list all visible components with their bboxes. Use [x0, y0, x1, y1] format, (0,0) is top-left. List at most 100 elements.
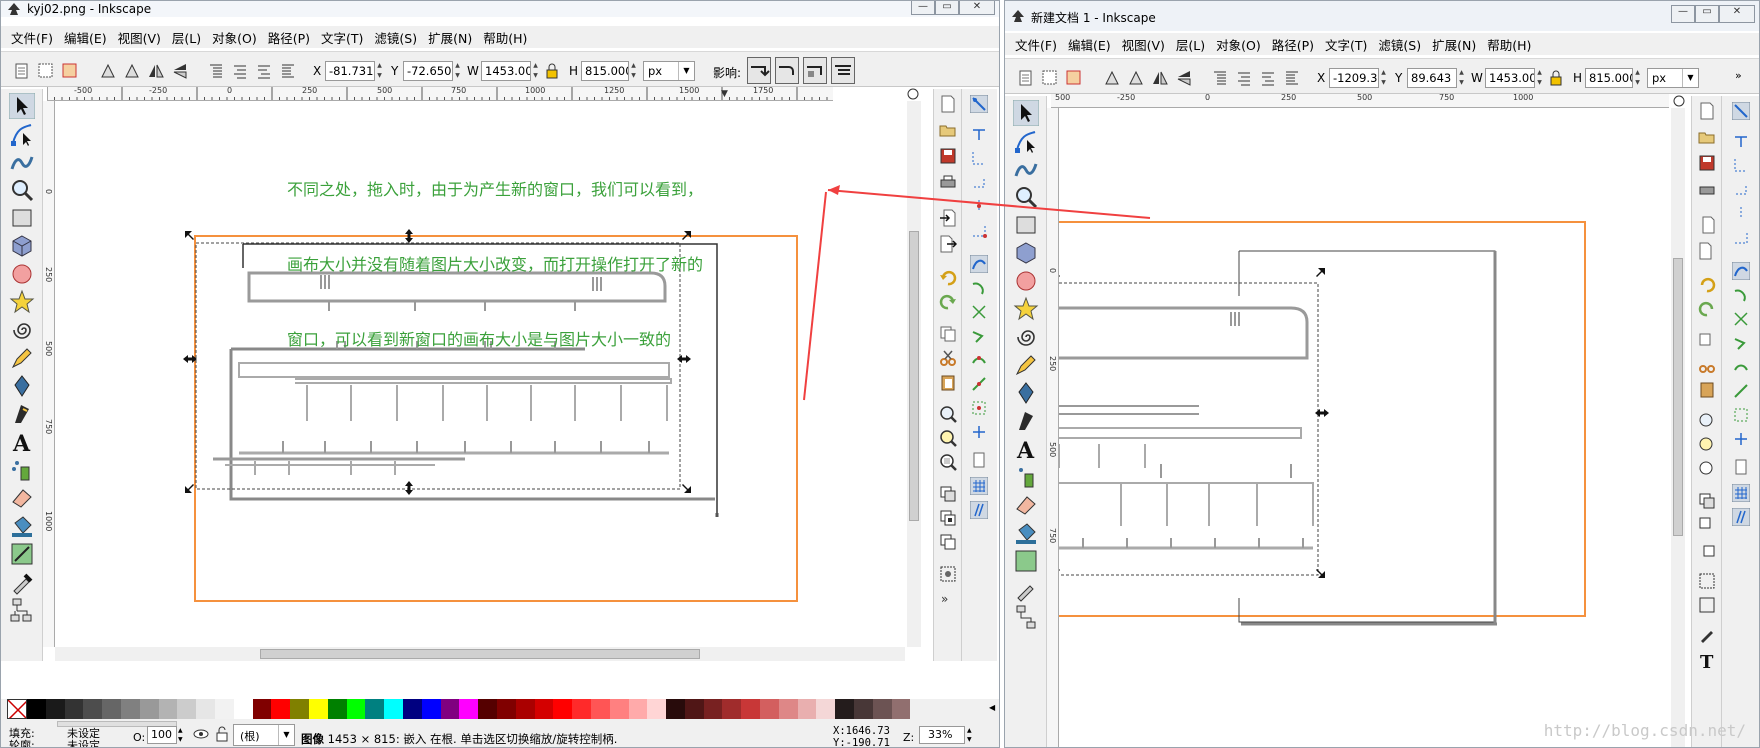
- color-swatch[interactable]: [196, 699, 215, 719]
- color-swatch[interactable]: [365, 699, 385, 719]
- color-swatch[interactable]: [891, 699, 911, 719]
- text-tool-icon[interactable]: A: [9, 429, 35, 455]
- h-field[interactable]: 815.000: [581, 61, 629, 81]
- zoom-field[interactable]: 33%: [919, 726, 965, 744]
- eraser-tool-icon[interactable]: [9, 485, 35, 511]
- scroll-thumb[interactable]: [909, 231, 919, 521]
- snap-rotation-center-icon[interactable]: [970, 423, 988, 441]
- snap-grid-icon[interactable]: [970, 477, 988, 495]
- x-spinner[interactable]: ▲ ▼: [375, 61, 384, 81]
- star-tool-icon[interactable]: [1013, 296, 1039, 322]
- zoom-correction-icon[interactable]: [905, 87, 921, 101]
- gradient-tool-icon[interactable]: [9, 541, 35, 567]
- paint-bucket-tool-icon[interactable]: [9, 513, 35, 539]
- menu-filters[interactable]: 滤镜(S): [374, 28, 417, 47]
- color-swatch[interactable]: [459, 699, 479, 719]
- x-field[interactable]: -81.731: [325, 61, 375, 81]
- color-swatch[interactable]: [177, 699, 197, 719]
- color-swatch[interactable]: [534, 699, 554, 719]
- snap-page-border-icon[interactable]: [1732, 458, 1750, 476]
- color-swatch[interactable]: [478, 699, 497, 719]
- h-field[interactable]: 815.000: [1585, 68, 1633, 88]
- no-paint-swatch-icon[interactable]: [7, 699, 27, 719]
- menu-path[interactable]: 路径(P): [268, 28, 310, 47]
- snap-smooth-nodes-icon[interactable]: [970, 351, 988, 369]
- color-swatch[interactable]: [628, 699, 648, 719]
- spiral-tool-icon[interactable]: [1013, 324, 1039, 350]
- snap-bbox-midpoints-icon[interactable]: [970, 197, 988, 215]
- select-all-layers-icon[interactable]: [1041, 69, 1059, 87]
- color-swatch[interactable]: [271, 699, 291, 719]
- snap-intersections-icon[interactable]: [970, 303, 988, 321]
- minimize-button[interactable]: —: [1671, 5, 1695, 23]
- opacity-spinner[interactable]: ▲ ▼: [178, 726, 183, 744]
- export-icon[interactable]: [1698, 242, 1716, 260]
- raise-to-top-icon[interactable]: [1211, 69, 1229, 87]
- pencil-tool-icon[interactable]: [1013, 352, 1039, 378]
- layer-lock-icon[interactable]: [215, 726, 229, 742]
- spray-tool-icon[interactable]: [9, 457, 35, 483]
- print-icon[interactable]: [1698, 180, 1716, 198]
- group-icon[interactable]: [1698, 572, 1716, 590]
- calligraphy-tool-icon[interactable]: [9, 401, 35, 427]
- color-swatch[interactable]: [515, 699, 535, 719]
- text-tool-icon[interactable]: A: [1013, 436, 1039, 462]
- snap-object-centers-icon[interactable]: [970, 399, 988, 417]
- color-swatch[interactable]: [27, 699, 46, 719]
- affect-corners-toggle[interactable]: [775, 57, 799, 84]
- unlink-clone-icon[interactable]: [939, 533, 957, 551]
- redo-icon[interactable]: [939, 293, 957, 311]
- color-swatch[interactable]: [214, 699, 234, 719]
- color-swatch[interactable]: [722, 699, 742, 719]
- paint-bucket-tool-icon[interactable]: [1013, 520, 1039, 546]
- zoom-spinner[interactable]: ▲ ▼: [967, 726, 972, 744]
- menu-object[interactable]: 对象(O): [1216, 35, 1261, 54]
- pen-tool-icon[interactable]: [1013, 380, 1039, 406]
- menu-text[interactable]: 文字(T): [321, 28, 363, 47]
- color-swatch[interactable]: [45, 699, 65, 719]
- snap-nodes-icon[interactable]: [1732, 262, 1750, 280]
- h-spinner[interactable]: ▲ ▼: [629, 61, 638, 81]
- 3d-box-tool-icon[interactable]: [9, 233, 35, 259]
- color-swatch[interactable]: [590, 699, 610, 719]
- zoom-drawing-icon[interactable]: [1698, 436, 1716, 454]
- snap-paths-icon[interactable]: [1732, 286, 1750, 304]
- w-field[interactable]: 1453.00: [1485, 68, 1535, 88]
- node-tool-icon[interactable]: [9, 121, 35, 147]
- text-font-icon[interactable]: T: [1698, 652, 1716, 670]
- zoom-selection-icon[interactable]: [939, 405, 957, 423]
- menu-help[interactable]: 帮助(H): [483, 28, 527, 47]
- connector-tool-icon[interactable]: [1013, 604, 1039, 630]
- color-swatch[interactable]: [872, 699, 892, 719]
- snap-midpoints-icon[interactable]: [1732, 382, 1750, 400]
- zoom-page-icon[interactable]: [1698, 460, 1716, 478]
- menu-filters[interactable]: 滤镜(S): [1378, 35, 1421, 54]
- selector-tool-icon[interactable]: [9, 93, 35, 119]
- select-all-icon[interactable]: [1017, 69, 1035, 87]
- left-canvas[interactable]: 不同之处，拖入时，由于为产生新的窗口，我们可以看到， 画布大小并没有随着图片大小…: [55, 101, 905, 647]
- tweak-tool-icon[interactable]: [1013, 156, 1039, 182]
- more-chevron-icon[interactable]: »: [937, 589, 955, 607]
- color-swatch[interactable]: [760, 699, 779, 719]
- close-button[interactable]: ✕: [1719, 5, 1755, 23]
- color-swatch[interactable]: [384, 699, 403, 719]
- lower-icon[interactable]: [1259, 69, 1277, 87]
- color-swatch[interactable]: [835, 699, 855, 719]
- unit-select[interactable]: px ▼: [643, 61, 695, 81]
- ellipse-tool-icon[interactable]: [9, 261, 35, 287]
- color-swatch[interactable]: [666, 699, 685, 719]
- maximize-button[interactable]: ▭: [935, 1, 959, 15]
- zoom-drawing-icon[interactable]: [939, 429, 957, 447]
- menu-extensions[interactable]: 扩展(N): [428, 28, 472, 47]
- snap-bbox-corners-icon[interactable]: [1732, 180, 1750, 198]
- paste-icon[interactable]: [939, 373, 957, 391]
- color-swatch[interactable]: [816, 699, 836, 719]
- rotate-ccw-icon[interactable]: [1103, 69, 1121, 87]
- lock-icon[interactable]: [1547, 69, 1565, 87]
- snap-midpoints-icon[interactable]: [970, 375, 988, 393]
- rectangle-tool-icon[interactable]: [1013, 212, 1039, 238]
- color-swatch[interactable]: [741, 699, 761, 719]
- y-field[interactable]: -72.650: [403, 61, 453, 81]
- snap-toggle-icon[interactable]: [970, 95, 988, 113]
- menu-view[interactable]: 视图(V): [1122, 35, 1165, 54]
